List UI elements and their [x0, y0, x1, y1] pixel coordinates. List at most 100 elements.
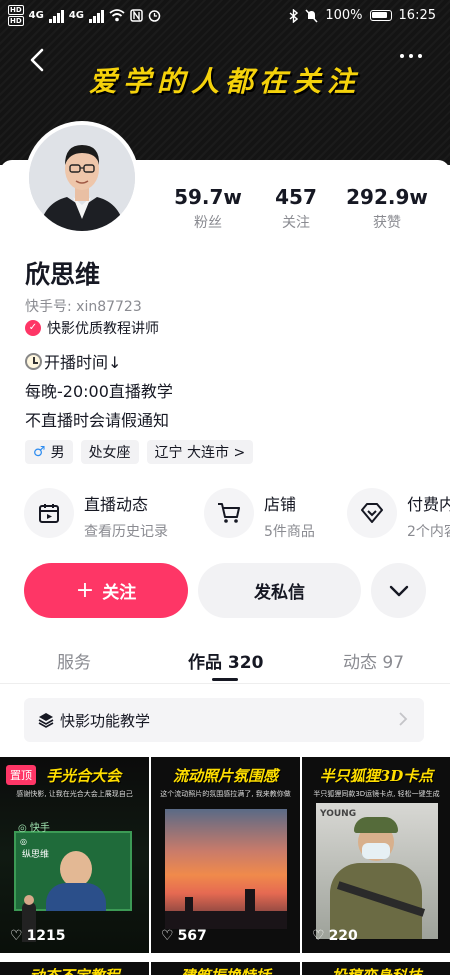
network-type-2: 4G [68, 10, 85, 21]
battery-icon [369, 10, 392, 21]
user-id[interactable]: 快手号: xin87723 [25, 296, 142, 316]
tag-zodiac: 处女座 [80, 440, 139, 464]
stat-fans[interactable]: 59.7w 粉丝 [173, 185, 243, 232]
pinned-badge: 置顶 [6, 765, 36, 785]
heart-icon: ♡ [312, 928, 325, 944]
calendar-icon [24, 488, 74, 538]
verified-check-icon: ✓ [25, 320, 41, 336]
tag-text: 处女座 [88, 445, 131, 461]
video-card[interactable]: 手光合大会 感谢快影, 让我在光合大会上展现自己 置顶 ◎ 纵思维 ◎ 快手 ♡… [0, 757, 149, 953]
stat-value: 457 [275, 185, 317, 209]
feature-title: 店铺 [264, 495, 297, 514]
profile-name: 欣思维 [25, 260, 101, 289]
stat-following[interactable]: 457 关注 [266, 185, 326, 232]
collection-row[interactable]: 快影功能教学 [24, 698, 424, 742]
active-tab-indicator [212, 678, 238, 681]
tab-works[interactable]: 作品 320 [188, 648, 263, 673]
chevron-down-icon [389, 585, 408, 596]
message-button[interactable]: 发私信 [198, 563, 361, 618]
alarm-icon [148, 10, 161, 22]
status-bar: HD HD 4G 4G 100% 16:25 [0, 0, 450, 32]
feature-paid-content[interactable]: 付费内 2个内容 [347, 488, 450, 543]
like-count: ♡ 1215 [10, 928, 66, 944]
screen-name-text: 纵思维 [22, 850, 50, 860]
video-subtitle: 感谢快影, 让我在光合大会上展现自己 [16, 790, 133, 798]
brand-text: YOUNG [320, 809, 357, 819]
bio-line-2: 每晚-20:00直播教学 [25, 382, 173, 401]
alarm-clock-icon [25, 353, 42, 370]
bluetooth-icon [289, 8, 299, 23]
diamond-icon [347, 488, 397, 538]
tag-text: 男 [50, 445, 65, 461]
follow-button[interactable]: + 关注 [24, 563, 188, 618]
like-count: ♡ 220 [312, 928, 358, 944]
stat-label: 获赞 [373, 215, 401, 231]
avatar-photo [29, 125, 135, 231]
tag-gender: ♂ 男 [25, 440, 73, 464]
video-grid: 手光合大会 感谢快影, 让我在光合大会上展现自己 置顶 ◎ 纵思维 ◎ 快手 ♡… [0, 757, 450, 975]
verified-label: 快影优质教程讲师 [47, 321, 159, 337]
bio-line-3: 不直播时会请假通知 [25, 411, 170, 430]
tag-location[interactable]: 辽宁 大连市 > [146, 440, 254, 464]
video-card-next[interactable]: 建筑振换特括 [151, 962, 300, 975]
video-title: 动态不定教程 [0, 965, 149, 975]
wifi-icon [109, 9, 125, 22]
signal-icon [48, 9, 64, 23]
follow-label: 关注 [102, 583, 137, 603]
video-title: 投稿变身科技 [302, 965, 450, 975]
plus-icon: + [75, 578, 95, 603]
video-title: 流动照片氛围感 [172, 767, 278, 785]
stat-value: 59.7w [174, 185, 242, 209]
tag-text: 辽宁 大连市 > [154, 445, 246, 461]
more-actions-button[interactable] [371, 563, 426, 618]
video-title: 半只狐狸3D卡点 [319, 767, 434, 785]
video-title: 建筑振换特括 [151, 965, 300, 975]
profile-tags: ♂ 男 处女座 辽宁 大连市 > [25, 440, 254, 464]
avatar[interactable] [25, 121, 139, 235]
sunset-photo [165, 809, 287, 929]
more-options-icon[interactable] [400, 54, 430, 66]
feature-title: 直播动态 [84, 495, 149, 514]
video-subtitle: 半只狐狸同款3D运镜卡点, 轻松一键生成 [313, 790, 440, 798]
hd-indicator: HD HD [8, 5, 24, 26]
collection-label: 快影功能教学 [60, 711, 151, 730]
sim2-hd: HD [8, 16, 24, 26]
feature-title: 付费内 [407, 495, 450, 514]
kuaishou-logo: ◎ 快手 [18, 823, 50, 834]
tab-services[interactable]: 服务 [57, 648, 91, 673]
verified-badge[interactable]: ✓ 快影优质教程讲师 [25, 318, 159, 338]
feature-row: 直播动态 查看历史记录 店铺 5件商品 付费内 2个内容 [0, 488, 450, 543]
feature-subtitle: 2个内容 [407, 524, 450, 540]
male-icon: ♂ [33, 444, 46, 460]
clock-time: 16:25 [398, 8, 436, 23]
video-subtitle: 这个流动照片的氛围感拉满了, 我来教你做 [160, 790, 291, 798]
video-card[interactable]: 流动照片氛围感 这个流动照片的氛围感拉满了, 我来教你做 ♡ 567 [151, 757, 300, 953]
heart-icon: ♡ [161, 928, 174, 944]
battery-percent: 100% [325, 8, 363, 23]
soldier-photo [316, 803, 438, 939]
stat-label: 关注 [282, 215, 310, 231]
video-card-next[interactable]: 投稿变身科技 [302, 962, 450, 975]
signal-icon [89, 9, 105, 23]
cart-icon [204, 488, 254, 538]
banner-title: 爱学的人都在关注 [88, 65, 361, 98]
layers-icon [38, 713, 54, 728]
profile-bio: 开播时间↓ 每晚-20:00直播教学 不直播时会请假通知 [25, 348, 173, 435]
nfc-icon [130, 9, 143, 22]
video-card-next[interactable]: 动态不定教程 [0, 962, 149, 975]
tab-moments[interactable]: 动态 97 [343, 648, 404, 673]
feature-subtitle: 查看历史记录 [84, 524, 168, 540]
stat-likes[interactable]: 292.9w 获赞 [346, 185, 428, 232]
feature-subtitle: 5件商品 [264, 524, 315, 540]
stat-value: 292.9w [346, 185, 428, 209]
mute-icon [305, 8, 318, 23]
message-label: 发私信 [254, 583, 305, 603]
bio-line-1: 开播时间↓ [25, 348, 173, 377]
chevron-right-icon [399, 712, 408, 726]
feature-live-history[interactable]: 直播动态 查看历史记录 [24, 488, 168, 543]
feature-shop[interactable]: 店铺 5件商品 [204, 488, 315, 543]
sim1-hd: HD [8, 5, 24, 15]
video-card[interactable]: YOUNG 半只狐狸3D卡点 半只狐狸同款3D运镜卡点, 轻松一键生成 ♡ 220 [302, 757, 450, 953]
bio-text: 开播时间↓ [44, 353, 122, 372]
stat-label: 粉丝 [194, 215, 222, 231]
